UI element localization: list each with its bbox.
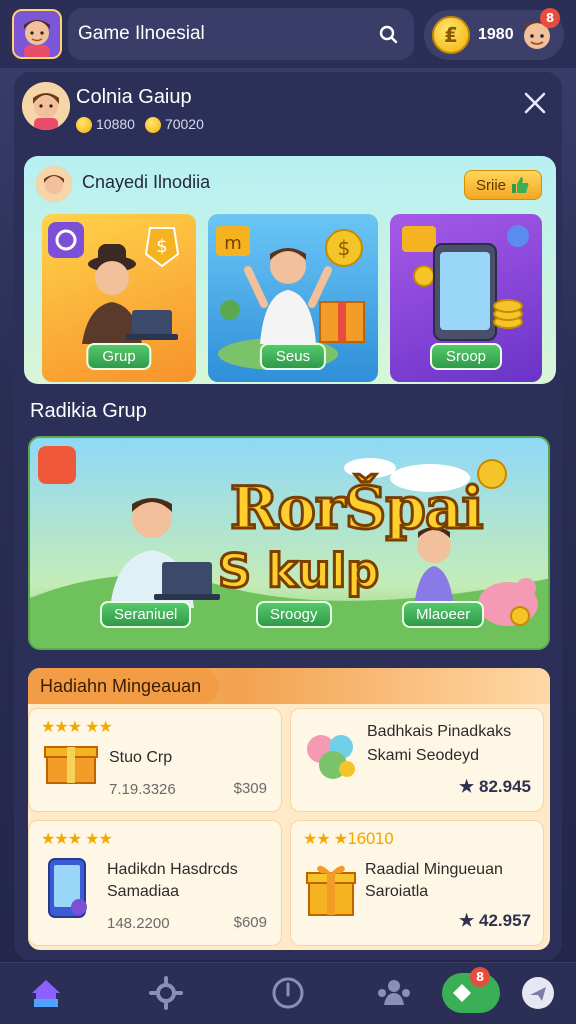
reward-amount: $309 <box>233 780 267 797</box>
star-rating: ★★★ ★★ <box>41 829 113 848</box>
notification-badge: 8 <box>540 8 560 28</box>
banner-button-3[interactable]: Mlaoeer <box>402 601 485 628</box>
stat-1: 10880 <box>76 116 135 134</box>
reward-title: Raadial Mingueuan <box>365 861 503 878</box>
tile-sroop-label: Sroop <box>429 343 503 370</box>
message-icon[interactable] <box>520 975 556 1011</box>
coin-icon <box>76 117 92 134</box>
reward-rating: ★ 42.957 <box>459 911 531 930</box>
top-bar: Game Ilnoesial ₤ 1980 8 <box>0 0 576 68</box>
reward-subtitle: Skami Seodeyd <box>367 747 480 764</box>
svg-text:m: m <box>224 233 242 254</box>
featured-button-label: Sriie <box>475 176 506 194</box>
featured-card: Cnayedi Ilnodiia Sriie $ Grup m $ Seus S… <box>24 156 556 384</box>
tile-seus[interactable]: m $ Seus <box>208 214 378 382</box>
reward-title: Hadikdn Hasdrcds <box>107 861 238 878</box>
shop-badge: 8 <box>470 967 490 987</box>
rewards-title: Hadiahn Mingeauan <box>28 668 220 704</box>
rewards-header: Hadiahn Mingeauan <box>28 668 550 704</box>
section-title: Radikia Grup <box>30 400 147 422</box>
banner-button-1[interactable]: Seraniuel <box>100 601 192 628</box>
timer-icon[interactable] <box>270 975 306 1011</box>
user-avatar[interactable] <box>12 9 62 59</box>
reward-price: 7.19.3326 <box>109 781 176 798</box>
shop-icon <box>453 984 471 1002</box>
community-icon[interactable] <box>376 975 412 1011</box>
panel-title: Colnia Gaiup <box>76 86 192 108</box>
search-bar[interactable]: Game Ilnoesial <box>68 8 414 60</box>
reward-card[interactable]: ★★★ ★★ Hadikdn Hasdrcds Samadiaa 148.220… <box>28 820 282 946</box>
toy-icon <box>307 735 355 779</box>
featured-avatar <box>36 166 72 202</box>
svg-text:$: $ <box>338 236 351 260</box>
reward-card[interactable]: ★★★ ★★ Stuo Crp 7.19.3326 $309 <box>28 708 282 812</box>
gear-icon[interactable] <box>148 975 184 1011</box>
user-avatar-icon <box>14 11 60 57</box>
star-rating: ★★ ★16010 <box>303 829 394 848</box>
shop-button[interactable]: 8 <box>442 967 500 1013</box>
banner-button-2[interactable]: Sroogy <box>256 601 332 628</box>
featured-button[interactable]: Sriie <box>464 170 542 200</box>
panel-stats: 10880 70020 <box>76 116 204 134</box>
tile-sroop[interactable]: Sroop <box>390 214 542 382</box>
group-avatar <box>22 82 70 130</box>
tile-grup[interactable]: $ Grup <box>42 214 196 382</box>
stat-1-value: 10880 <box>96 116 135 132</box>
gift-icon <box>306 865 356 916</box>
search-icon[interactable] <box>376 22 400 46</box>
coin-icon: ₤ <box>432 16 470 54</box>
reward-card[interactable]: ★★ ★16010 Raadial Mingueuan Saroiatla ★ … <box>290 820 544 946</box>
search-text: Game Ilnoesial <box>78 23 205 44</box>
reward-title: Stuo Crp <box>109 749 173 766</box>
reward-subtitle: Saroiatla <box>365 883 429 900</box>
coin-icon <box>144 117 161 134</box>
featured-avatar-icon <box>36 166 72 202</box>
coin-value: 1980 <box>478 26 514 43</box>
rewards-section: Hadiahn Mingeauan ★★★ ★★ Stuo Crp 7.19.3… <box>28 668 550 950</box>
coin-balance[interactable]: ₤ 1980 8 <box>424 8 564 60</box>
banner-logo-2: S kulp <box>216 544 380 598</box>
reward-subtitle: Samadiaa <box>107 883 180 900</box>
promo-banner[interactable]: RorŠpai S kulp Seraniuel Sroogy Mlaoeer <box>28 436 550 650</box>
reward-title: Badhkais Pinadkaks <box>367 723 512 740</box>
reward-price: 148.2200 <box>107 915 170 932</box>
group-avatar-icon <box>22 82 70 130</box>
svg-text:$: $ <box>156 236 167 257</box>
reward-rating: ★ 82.945 <box>459 777 531 796</box>
reward-card[interactable]: Badhkais Pinadkaks Skami Seodeyd ★ 82.94… <box>290 708 544 812</box>
star-rating: ★★★ ★★ <box>41 717 113 736</box>
featured-title: Cnayedi Ilnodiia <box>82 172 211 192</box>
thumbs-up-icon <box>512 177 529 193</box>
stat-2-value: 70020 <box>164 116 204 132</box>
tile-seus-label: Seus <box>259 343 327 370</box>
tile-grup-label: Grup <box>86 343 152 370</box>
close-icon[interactable] <box>522 90 548 116</box>
phone-icon <box>48 858 87 918</box>
banner-logo: RorŠpai <box>229 474 485 542</box>
reward-amount: $609 <box>233 914 267 931</box>
main-panel: Colnia Gaiup 10880 70020 Cnayedi Ilnodii… <box>14 72 562 960</box>
gift-box-icon <box>44 746 98 784</box>
home-icon[interactable] <box>28 975 64 1011</box>
bottom-nav: 8 <box>0 962 576 1024</box>
stat-2: 70020 <box>144 116 204 134</box>
